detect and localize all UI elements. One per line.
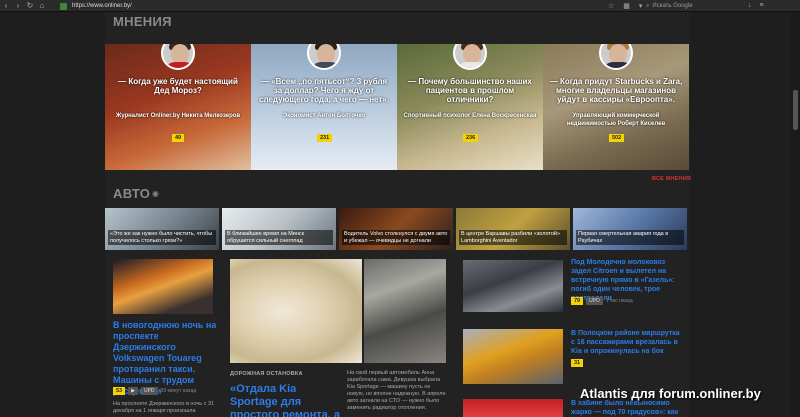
strip-news-4[interactable]: В центре Варшавы разбили «золотой» Lambo… bbox=[456, 208, 570, 250]
rss-icon[interactable]: ◉ bbox=[152, 190, 159, 198]
strip-news-1[interactable]: «Это же как нужно было чистить, чтобы по… bbox=[105, 208, 219, 250]
news-image-minibus[interactable] bbox=[463, 329, 563, 384]
opinion-author: Спортивный психолог Елена Воскресенская bbox=[403, 113, 537, 119]
section-title-opinions[interactable]: МНЕНИЯ bbox=[113, 14, 172, 29]
back-icon[interactable]: ‹ bbox=[0, 0, 12, 12]
home-icon[interactable]: ⌂ bbox=[36, 0, 48, 12]
browser-toolbar: ‹ › ↻ ⌂ https://www.onliner.by/ ☆ ▦ ▾ ⌕ … bbox=[0, 0, 800, 12]
avatar bbox=[161, 44, 195, 70]
news-image-citroen[interactable] bbox=[463, 260, 563, 312]
opinion-card-1[interactable]: — Когда уже будет настоящий Дед Мороз? Ж… bbox=[105, 44, 251, 170]
news-meta: 53 ▶ UPD 39 минут назад bbox=[113, 387, 196, 395]
opinion-card-2[interactable]: — «Всем „по пятьсот“? 3 рубля за доллар?… bbox=[251, 44, 397, 170]
dropdown-icon[interactable]: ▾ bbox=[639, 2, 643, 10]
opinion-quote: — Когда уже будет настоящий Дед Мороз? bbox=[118, 77, 238, 95]
opinion-quote: — Когда придут Starbucks и Zara, многие … bbox=[549, 77, 683, 104]
strip-news-title: Первая смертельная авария года в Раубича… bbox=[576, 230, 684, 245]
news-title-minibus[interactable]: В Полоцком районе маршрутка с 16 пассажи… bbox=[571, 329, 681, 356]
news-image-cabin[interactable] bbox=[463, 399, 563, 417]
update-badge: UPD bbox=[140, 387, 158, 395]
comment-count-badge: 231 bbox=[317, 134, 333, 142]
opinion-author: Экономист Антон Болточко bbox=[283, 113, 365, 119]
avatar bbox=[599, 44, 633, 70]
comment-count-badge: 31 bbox=[571, 359, 584, 367]
address-url: https://www.onliner.by/ bbox=[72, 3, 132, 9]
news-title-kia[interactable]: «Отдала Kia Sportage для простого ремонт… bbox=[230, 383, 345, 417]
grid-icon[interactable]: ▦ bbox=[623, 2, 630, 10]
secure-lock-icon bbox=[60, 2, 67, 10]
opinion-author: Журналист Onliner.by Никита Мелкозеров bbox=[115, 113, 241, 119]
news-excerpt: На проспекте Дзержинского в ночь с 31 де… bbox=[113, 401, 215, 414]
news-title-cabin[interactable]: В хабине было невыносимо жарко — под 70 … bbox=[571, 399, 681, 417]
reload-icon[interactable]: ↻ bbox=[24, 0, 36, 12]
search-icon: ⌕ bbox=[646, 2, 650, 9]
toolbar-icons: ☆ ▦ ▾ bbox=[608, 2, 642, 10]
forward-icon[interactable]: › bbox=[12, 0, 24, 12]
comment-count-badge: 236 bbox=[463, 134, 479, 142]
strip-news-title: В ближайшее время на Минск обрушится сил… bbox=[225, 230, 333, 245]
strip-news-3[interactable]: Водитель Volvo столкнулся с двумя авто и… bbox=[339, 208, 453, 250]
comment-count-badge: 53 bbox=[113, 387, 126, 395]
opinion-quote: — Почему большинство наших пациентов в п… bbox=[408, 77, 532, 104]
search-box[interactable]: ⌕ Искать Google bbox=[646, 2, 744, 10]
bookmark-star-icon[interactable]: ☆ bbox=[608, 2, 614, 10]
news-title-touareg[interactable]: В новогоднюю ночь на проспекте Дзержинск… bbox=[113, 320, 218, 397]
menu-icon[interactable]: ≡ bbox=[760, 2, 764, 9]
opinion-card-4[interactable]: — Когда придут Starbucks и Zara, многие … bbox=[543, 44, 689, 170]
news-image-touareg[interactable] bbox=[113, 259, 213, 314]
all-opinions-link[interactable]: ВСЕ МНЕНИЯ bbox=[652, 176, 691, 182]
strip-news-2[interactable]: В ближайшее время на Минск обрушится сил… bbox=[222, 208, 336, 250]
browser-menu-icons: ↓ ≡ bbox=[748, 2, 764, 9]
strip-news-5[interactable]: Первая смертельная авария года в Раубича… bbox=[573, 208, 687, 250]
search-placeholder: Искать Google bbox=[652, 3, 693, 9]
news-image-woman[interactable] bbox=[230, 259, 362, 363]
news-meta: 79 UPD 1 час назад bbox=[571, 297, 633, 305]
scrollbar-thumb[interactable] bbox=[793, 90, 798, 130]
news-kicker: ДОРОЖНАЯ ОСТАНОВКА bbox=[230, 371, 303, 377]
avatar bbox=[453, 44, 487, 70]
comment-count-badge: 79 bbox=[571, 297, 584, 305]
scrollbar-track[interactable] bbox=[791, 12, 800, 417]
strip-news-title: Водитель Volvo столкнулся с двумя авто и… bbox=[342, 230, 450, 245]
strip-news-title: «Это же как нужно было чистить, чтобы по… bbox=[108, 230, 216, 245]
section-title-auto[interactable]: АВТО bbox=[113, 186, 150, 201]
news-image-engine[interactable] bbox=[364, 259, 446, 363]
download-icon[interactable]: ↓ bbox=[748, 2, 752, 9]
comment-count-badge: 502 bbox=[609, 134, 625, 142]
video-icon: ▶ bbox=[128, 387, 138, 395]
avatar bbox=[307, 44, 341, 70]
news-excerpt: На свой первый автомобиль Анна заработал… bbox=[347, 370, 446, 411]
comment-count-badge: 49 bbox=[172, 134, 185, 142]
news-time: 39 минут назад bbox=[160, 388, 197, 394]
strip-news-title: В центре Варшавы разбили «золотой» Lambo… bbox=[459, 230, 567, 245]
opinion-card-3[interactable]: — Почему большинство наших пациентов в п… bbox=[397, 44, 543, 170]
opinion-author: Управляющий коммерческой недвижимостью Р… bbox=[566, 113, 666, 127]
opinion-quote: — «Всем „по пятьсот“? 3 рубля за доллар?… bbox=[259, 77, 389, 104]
news-meta: 31 bbox=[571, 359, 584, 367]
news-time: 1 час назад bbox=[605, 298, 633, 304]
update-badge: UPD bbox=[586, 297, 603, 305]
address-bar[interactable]: https://www.onliner.by/ bbox=[60, 2, 616, 10]
watermark-text: Atlantis для forum.onliner.by bbox=[580, 386, 761, 401]
